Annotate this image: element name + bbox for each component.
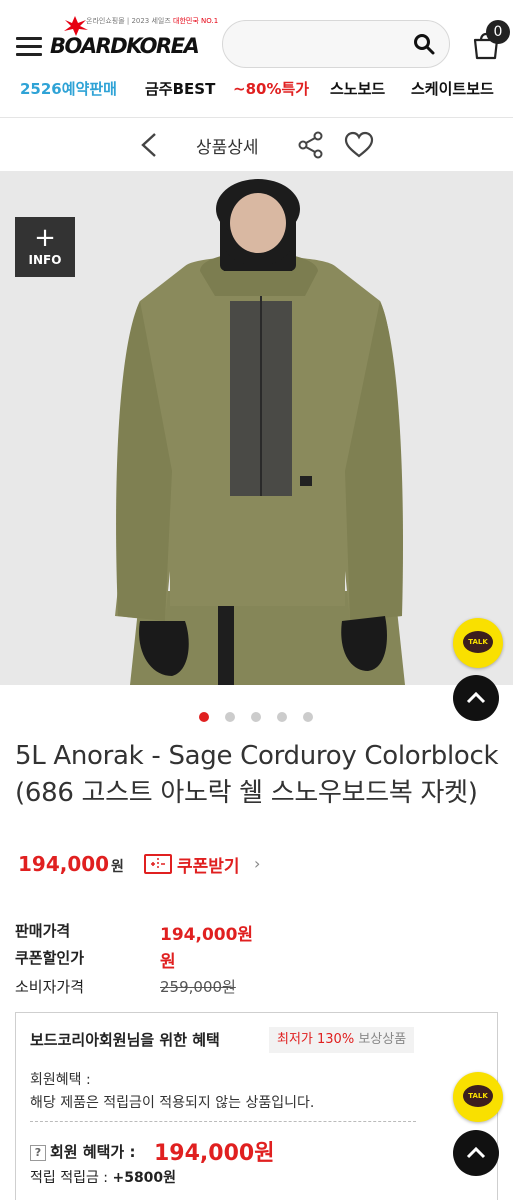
image-slider-dots [199, 712, 319, 724]
divider [30, 1121, 416, 1122]
sale-price-value: 194,000원 [160, 925, 254, 945]
coupon-price-label: 쿠폰할인가 [15, 949, 85, 967]
product-title: 5L Anorak - Sage Corduroy Colorblock (68… [15, 741, 499, 808]
kakao-talk-icon: TALK [463, 1085, 493, 1107]
kakao-talk-button[interactable]: TALK [453, 618, 503, 668]
kakao-talk-button[interactable]: TALK [453, 1072, 503, 1122]
scroll-top-button[interactable] [453, 675, 499, 721]
category-preorder[interactable]: 2526예약판매 [20, 78, 117, 99]
product-price-unit: 원 [111, 859, 124, 875]
member-price-value: 194,000원 [154, 1141, 275, 1166]
menu-icon[interactable] [16, 37, 42, 57]
cart-count-badge: 0 [486, 20, 510, 44]
retail-price-value: 259,000원 [160, 978, 236, 996]
slide-dot[interactable] [251, 712, 261, 722]
product-image[interactable] [0, 171, 513, 685]
member-price-label: ? 회원 혜택가 : [30, 1141, 135, 1162]
category-skateboard[interactable]: 스케이트보드 [411, 78, 494, 99]
coupon-price-value: 원 [160, 952, 176, 972]
back-icon[interactable] [140, 132, 158, 158]
search-icon[interactable] [413, 33, 435, 55]
product-photo [0, 171, 513, 685]
page-title: 상품상세 [196, 138, 259, 158]
logo[interactable]: 온라인쇼핑몰 | 2023 세일즈 대한민국 NO.1 BOARDKOREA [50, 14, 218, 64]
points-line: 적립 적립금 : +5800원 [30, 1170, 177, 1186]
header: 온라인쇼핑몰 | 2023 세일즈 대한민국 NO.1 BOARDKOREA 0 [0, 0, 513, 70]
logo-text: BOARDKOREA [50, 34, 200, 58]
info-label: INFO [28, 253, 62, 267]
member-benefit-box: 보드코리아회원님을 위한 혜택 최저가 130% 보상상품 회원혜택 : 해당 … [15, 1012, 498, 1200]
slide-dot[interactable] [199, 712, 209, 722]
benefit-title: 보드코리아회원님을 위한 혜택 [30, 1031, 220, 1049]
help-icon[interactable]: ? [30, 1145, 46, 1161]
sale-price-label: 판매가격 [15, 922, 71, 940]
lowest-price-badge: 최저가 130% 보상상품 [269, 1027, 415, 1053]
plus-icon: + [34, 223, 56, 253]
chevron-right-icon: › [254, 854, 261, 873]
member-benefit-text: 해당 제품은 적립금이 적용되지 않는 상품입니다. [30, 1095, 315, 1111]
member-benefit-label: 회원혜택 : [30, 1072, 91, 1088]
category-weekly-best[interactable]: 금주BEST [145, 78, 215, 99]
slide-dot[interactable] [277, 712, 287, 722]
coupon-icon [144, 854, 172, 874]
search-input[interactable] [222, 20, 450, 68]
chevron-up-icon [466, 1146, 486, 1159]
info-button[interactable]: + INFO [15, 217, 75, 277]
slide-dot[interactable] [225, 712, 235, 722]
coupon-label: 쿠폰받기 [177, 857, 240, 877]
retail-price-label: 소비자가격 [15, 978, 85, 996]
category-nav: 2526예약판매 금주BEST ~80%특가 스노보드 스케이트보드 [0, 76, 513, 104]
product-price: 194,000 [18, 852, 110, 876]
share-icon[interactable] [297, 131, 325, 159]
detail-subheader: 상품상세 [0, 117, 513, 170]
kakao-talk-icon: TALK [463, 631, 493, 653]
logo-tagline: 온라인쇼핑몰 | 2023 세일즈 대한민국 NO.1 [86, 17, 219, 25]
chevron-up-icon [466, 691, 486, 704]
heart-icon[interactable] [344, 131, 374, 159]
category-sale[interactable]: ~80%특가 [233, 78, 309, 99]
slide-dot[interactable] [303, 712, 313, 722]
scroll-top-button[interactable] [453, 1130, 499, 1176]
category-snowboard[interactable]: 스노보드 [330, 78, 385, 99]
